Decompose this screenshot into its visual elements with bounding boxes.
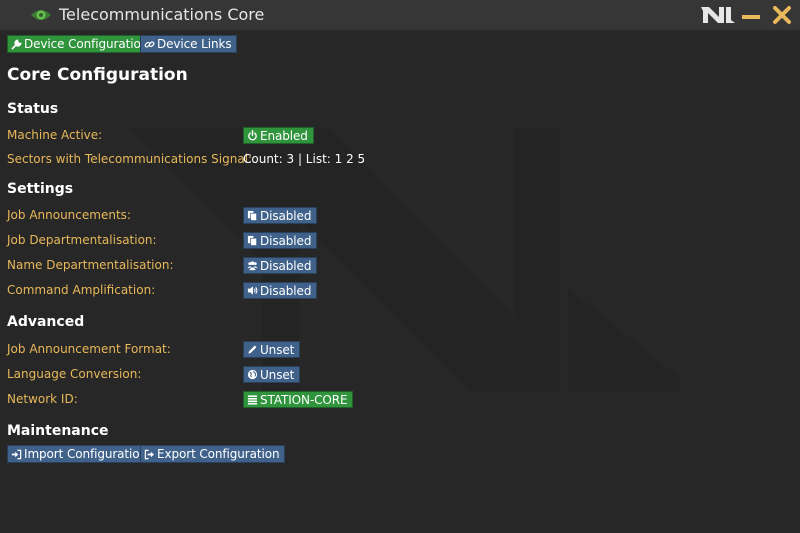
- title-bar[interactable]: Telecommunications Core: [0, 0, 800, 31]
- section-heading-status: Status: [7, 101, 59, 117]
- tab-label: Device Links: [157, 37, 232, 51]
- users-icon: [247, 261, 258, 271]
- copy-icon: [247, 210, 257, 221]
- name-departmentalisation-toggle[interactable]: Disabled: [243, 257, 318, 274]
- nt-logo-icon: [701, 7, 735, 23]
- network-id-button[interactable]: STATION-CORE: [243, 391, 354, 408]
- job-announcement-format-label: Job Announcement Format:: [7, 342, 171, 356]
- machine-active-label: Machine Active:: [7, 128, 103, 142]
- section-heading-advanced: Advanced: [7, 314, 85, 330]
- sectors-label: Sectors with Telecommunications Signal:: [7, 152, 253, 166]
- button-label: Disabled: [260, 208, 312, 223]
- button-label: Disabled: [260, 258, 312, 273]
- minimize-button[interactable]: [741, 4, 761, 26]
- page-title: Core Configuration: [7, 65, 188, 85]
- command-amplification-label: Command Amplification:: [7, 283, 156, 297]
- section-heading-maintenance: Maintenance: [7, 423, 109, 439]
- job-departmentalisation-toggle[interactable]: Disabled: [243, 232, 318, 249]
- section-heading-settings: Settings: [7, 181, 74, 197]
- job-announcement-format-button[interactable]: Unset: [243, 341, 301, 358]
- sign-out-icon: [144, 449, 155, 459]
- tab-device-configuration[interactable]: Device Configuration: [7, 35, 155, 53]
- copy-icon: [247, 235, 257, 246]
- button-label: STATION-CORE: [260, 392, 348, 407]
- window-content: Device Configuration Device Links Core C…: [0, 30, 800, 533]
- button-label: Import Configuration: [24, 447, 148, 461]
- power-icon: [248, 130, 257, 141]
- button-label: Unset: [260, 342, 295, 357]
- pencil-icon: [248, 345, 257, 354]
- globe-icon: [247, 369, 258, 380]
- wrench-icon: [11, 38, 22, 49]
- button-label: Disabled: [260, 233, 312, 248]
- network-id-label: Network ID:: [7, 392, 78, 406]
- language-conversion-button[interactable]: Unset: [243, 366, 301, 383]
- volume-icon: [247, 286, 258, 295]
- button-label: Unset: [260, 367, 295, 382]
- button-label: Enabled: [260, 128, 308, 143]
- tab-label: Device Configuration: [24, 37, 149, 51]
- language-conversion-label: Language Conversion:: [7, 367, 142, 381]
- eye-icon: [31, 10, 51, 20]
- export-configuration-button[interactable]: Export Configuration: [140, 445, 286, 463]
- job-departmentalisation-label: Job Departmentalisation:: [7, 233, 157, 247]
- command-amplification-toggle[interactable]: Disabled: [243, 282, 318, 299]
- sign-in-icon: [11, 449, 22, 459]
- button-label: Export Configuration: [157, 447, 280, 461]
- name-departmentalisation-label: Name Departmentalisation:: [7, 258, 174, 272]
- sectors-value: Count: 3 | List: 1 2 5: [243, 152, 366, 166]
- import-configuration-button[interactable]: Import Configuration: [7, 445, 154, 463]
- window-title: Telecommunications Core: [59, 5, 265, 24]
- list-icon: [247, 395, 258, 405]
- button-label: Disabled: [260, 283, 312, 298]
- link-icon: [144, 40, 155, 48]
- machine-active-toggle[interactable]: Enabled: [243, 127, 314, 144]
- close-icon[interactable]: [772, 5, 792, 25]
- tab-device-links[interactable]: Device Links: [140, 35, 238, 53]
- job-announcements-label: Job Announcements:: [7, 208, 131, 222]
- job-announcements-toggle[interactable]: Disabled: [243, 207, 318, 224]
